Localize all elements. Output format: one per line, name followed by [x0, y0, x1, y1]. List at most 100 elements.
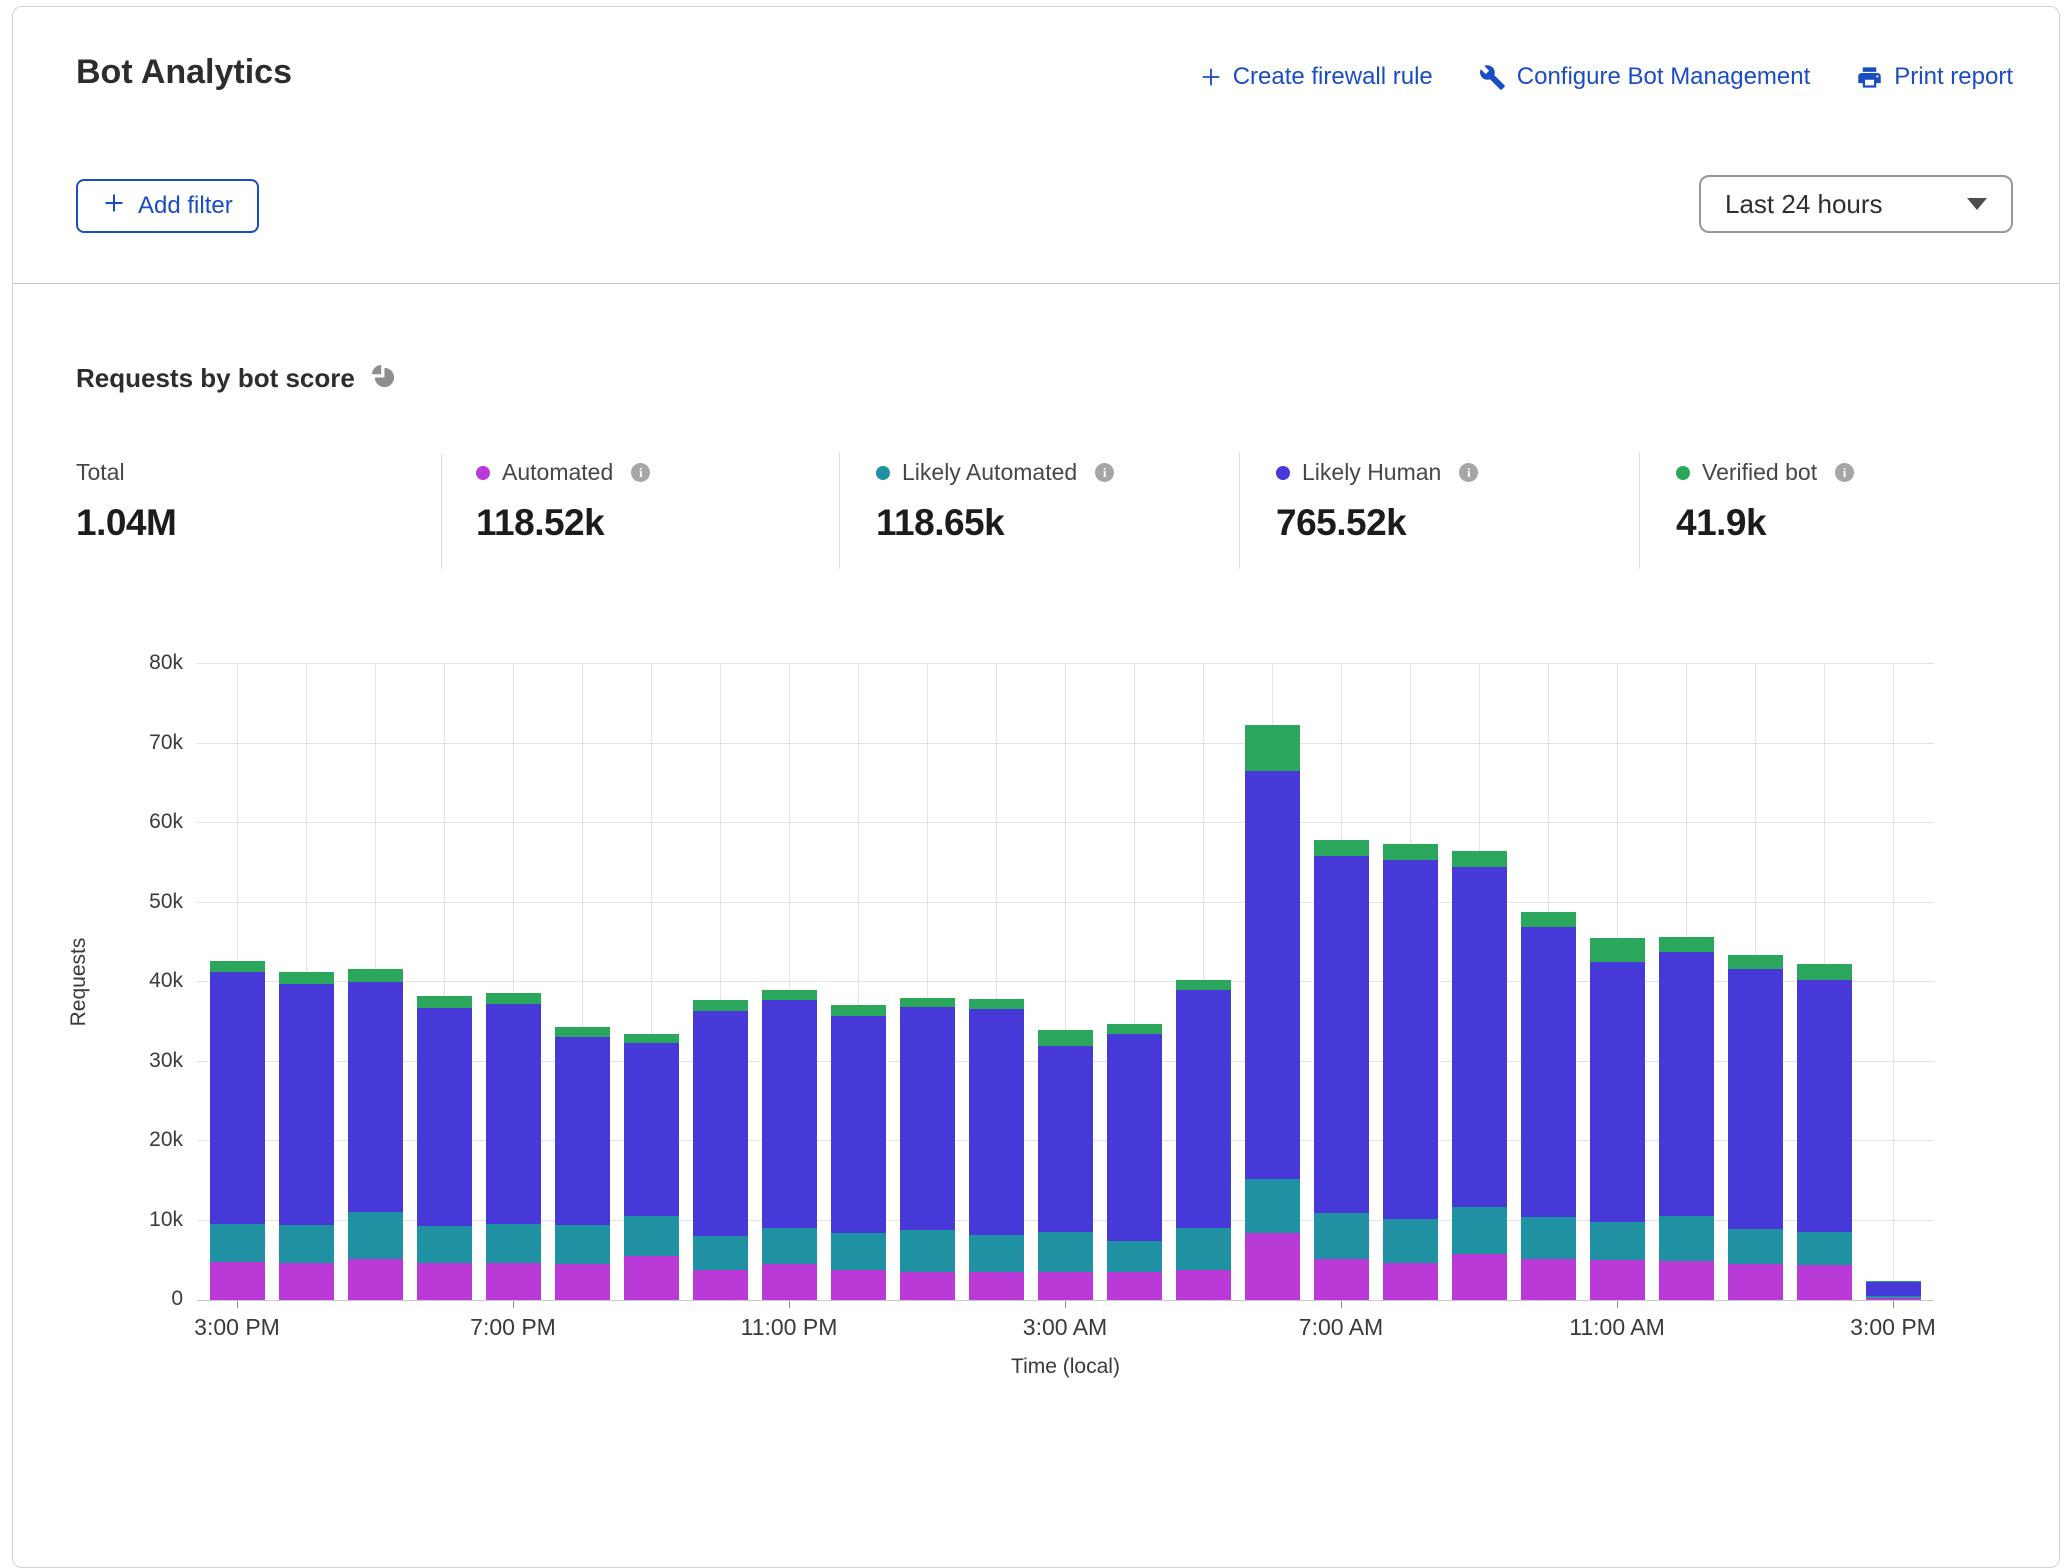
bar-segment-automated[interactable]	[210, 1262, 265, 1300]
bar-segment-likely-automated[interactable]	[1659, 1216, 1714, 1261]
bar-segment-likely-automated[interactable]	[693, 1236, 748, 1269]
bar-segment-likely-human[interactable]	[693, 1011, 748, 1236]
configure-bot-management-link[interactable]: Configure Bot Management	[1479, 63, 1811, 91]
bar-segment-likely-human[interactable]	[624, 1043, 679, 1216]
bar-segment-likely-automated[interactable]	[762, 1228, 817, 1265]
bar-segment-automated[interactable]	[1521, 1259, 1576, 1300]
bar-segment-likely-automated[interactable]	[969, 1235, 1024, 1272]
bar-segment-likely-automated[interactable]	[624, 1216, 679, 1257]
bar-segment-automated[interactable]	[1245, 1233, 1300, 1300]
bar-segment-verified-bot[interactable]	[693, 1000, 748, 1011]
bar-segment-verified-bot[interactable]	[1659, 937, 1714, 952]
bar-segment-likely-human[interactable]	[1245, 771, 1300, 1179]
bar-segment-verified-bot[interactable]	[762, 990, 817, 1000]
bar-segment-likely-human[interactable]	[1383, 860, 1438, 1219]
bar-segment-verified-bot[interactable]	[1728, 955, 1783, 969]
add-filter-button[interactable]: Add filter	[76, 179, 259, 233]
bar-segment-likely-human[interactable]	[1314, 856, 1369, 1214]
bar-segment-verified-bot[interactable]	[1521, 912, 1576, 927]
bar-segment-verified-bot[interactable]	[1383, 844, 1438, 860]
bar-segment-likely-automated[interactable]	[831, 1233, 886, 1270]
bar-segment-likely-human[interactable]	[486, 1004, 541, 1224]
bar-segment-verified-bot[interactable]	[969, 999, 1024, 1009]
bar-segment-automated[interactable]	[1107, 1272, 1162, 1300]
bar-segment-likely-automated[interactable]	[1383, 1219, 1438, 1263]
bar-segment-likely-automated[interactable]	[1797, 1232, 1852, 1265]
bar-segment-likely-automated[interactable]	[1590, 1222, 1645, 1260]
bar-segment-likely-automated[interactable]	[1038, 1232, 1093, 1273]
bar-segment-likely-automated[interactable]	[1314, 1213, 1369, 1259]
bar-segment-likely-automated[interactable]	[1107, 1241, 1162, 1272]
bar-segment-likely-human[interactable]	[279, 984, 334, 1225]
bar-segment-automated[interactable]	[1452, 1254, 1507, 1300]
bar-segment-likely-human[interactable]	[417, 1008, 472, 1226]
bar-segment-likely-human[interactable]	[1521, 927, 1576, 1217]
bar-segment-verified-bot[interactable]	[348, 969, 403, 982]
bar-segment-verified-bot[interactable]	[1797, 964, 1852, 980]
bar-segment-automated[interactable]	[1383, 1263, 1438, 1300]
bar-segment-verified-bot[interactable]	[210, 961, 265, 971]
bar-segment-verified-bot[interactable]	[900, 998, 955, 1008]
bar-segment-likely-human[interactable]	[348, 982, 403, 1212]
bar-segment-likely-human[interactable]	[210, 972, 265, 1225]
bar-segment-likely-automated[interactable]	[279, 1225, 334, 1262]
bar-segment-verified-bot[interactable]	[624, 1034, 679, 1044]
bar-segment-verified-bot[interactable]	[486, 993, 541, 1004]
bar-segment-verified-bot[interactable]	[279, 972, 334, 984]
bar-segment-likely-human[interactable]	[1866, 1282, 1921, 1296]
create-firewall-rule-link[interactable]: Create firewall rule	[1200, 63, 1433, 91]
bar-segment-likely-automated[interactable]	[1728, 1229, 1783, 1264]
bar-segment-likely-human[interactable]	[1659, 952, 1714, 1216]
bar-segment-automated[interactable]	[762, 1264, 817, 1300]
bar-segment-automated[interactable]	[1797, 1265, 1852, 1300]
bar-segment-automated[interactable]	[1728, 1264, 1783, 1300]
info-icon[interactable]	[1459, 463, 1478, 482]
bar-segment-verified-bot[interactable]	[417, 996, 472, 1009]
bar-segment-likely-automated[interactable]	[1521, 1217, 1576, 1258]
bar-segment-likely-automated[interactable]	[1866, 1296, 1921, 1298]
bar-segment-verified-bot[interactable]	[1176, 980, 1231, 990]
bar-segment-likely-automated[interactable]	[348, 1212, 403, 1260]
bar-segment-likely-human[interactable]	[1038, 1046, 1093, 1232]
bar-segment-automated[interactable]	[348, 1259, 403, 1300]
bar-segment-automated[interactable]	[555, 1264, 610, 1300]
bar-segment-likely-automated[interactable]	[417, 1226, 472, 1263]
bar-segment-automated[interactable]	[279, 1263, 334, 1300]
bar-segment-likely-human[interactable]	[1590, 962, 1645, 1222]
bar-segment-automated[interactable]	[1038, 1272, 1093, 1300]
bar-segment-automated[interactable]	[1176, 1270, 1231, 1300]
bar-segment-verified-bot[interactable]	[1452, 851, 1507, 867]
bar-segment-likely-human[interactable]	[969, 1009, 1024, 1235]
bar-segment-verified-bot[interactable]	[1107, 1024, 1162, 1034]
bar-segment-likely-human[interactable]	[900, 1007, 955, 1230]
bar-segment-automated[interactable]	[693, 1270, 748, 1300]
bar-segment-likely-automated[interactable]	[900, 1230, 955, 1272]
bar-segment-automated[interactable]	[1659, 1261, 1714, 1300]
bar-segment-likely-human[interactable]	[1728, 969, 1783, 1230]
bar-segment-automated[interactable]	[900, 1272, 955, 1300]
bar-segment-likely-automated[interactable]	[1245, 1179, 1300, 1233]
bar-segment-verified-bot[interactable]	[1038, 1030, 1093, 1046]
bar-segment-verified-bot[interactable]	[1866, 1281, 1921, 1282]
bar-segment-likely-human[interactable]	[1107, 1034, 1162, 1241]
bar-segment-likely-automated[interactable]	[555, 1225, 610, 1264]
bar-segment-likely-human[interactable]	[1176, 990, 1231, 1228]
bar-segment-verified-bot[interactable]	[831, 1005, 886, 1016]
bar-segment-likely-human[interactable]	[831, 1016, 886, 1233]
bar-segment-likely-automated[interactable]	[210, 1224, 265, 1261]
bar-segment-verified-bot[interactable]	[555, 1027, 610, 1037]
bar-segment-likely-human[interactable]	[1797, 980, 1852, 1232]
time-range-select[interactable]: Last 24 hours	[1699, 175, 2013, 233]
bar-segment-likely-human[interactable]	[1452, 867, 1507, 1207]
bar-segment-likely-automated[interactable]	[1452, 1207, 1507, 1254]
bar-segment-verified-bot[interactable]	[1314, 840, 1369, 856]
bar-segment-verified-bot[interactable]	[1590, 938, 1645, 962]
print-report-link[interactable]: Print report	[1856, 63, 2013, 91]
info-icon[interactable]	[1835, 463, 1854, 482]
bar-segment-automated[interactable]	[1314, 1259, 1369, 1300]
bar-segment-automated[interactable]	[831, 1270, 886, 1300]
bar-segment-likely-human[interactable]	[555, 1037, 610, 1225]
bar-segment-likely-automated[interactable]	[1176, 1228, 1231, 1270]
bar-segment-likely-human[interactable]	[762, 1000, 817, 1228]
bar-segment-automated[interactable]	[417, 1263, 472, 1300]
